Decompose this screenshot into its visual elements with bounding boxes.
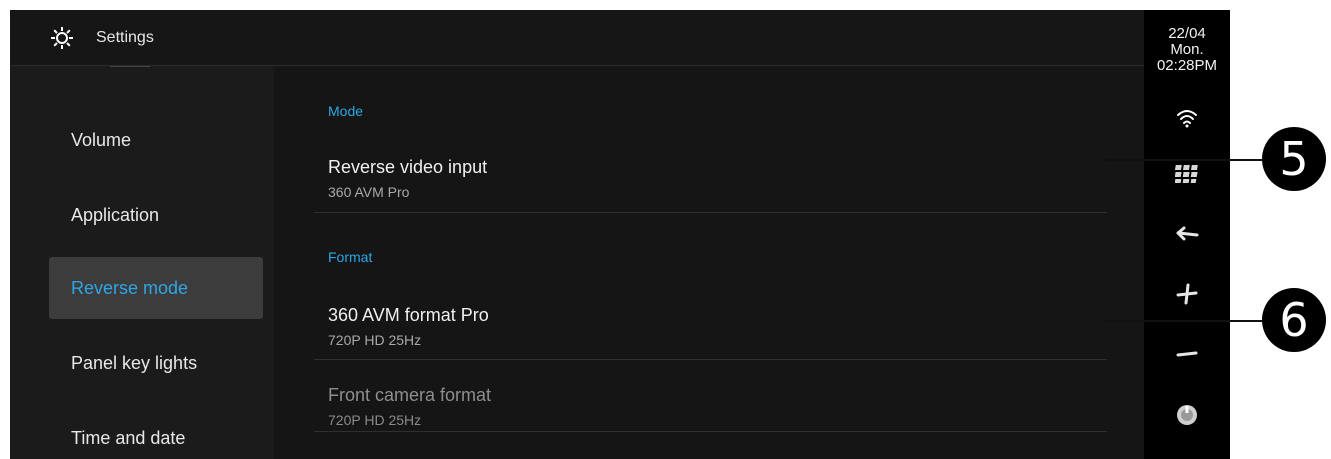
nav-item-reverse-mode[interactable]: Reverse mode [49,257,263,319]
nav-item-application[interactable]: Application [49,184,263,246]
callout-line-5 [1105,159,1265,161]
setting-value: 720P HD 25Hz [328,412,422,428]
callout-marker-5: 5 [1262,127,1326,191]
page-title: Settings [96,28,154,46]
nav-item-label: Reverse mode [71,277,189,298]
back-arrow-icon[interactable] [1173,220,1201,248]
status-sidebar: 22/04 Mon. 02:28PM [1144,10,1230,459]
nav-item-time-and-date[interactable]: Time and date [49,407,263,459]
nav-item-label: Time and date [71,427,186,448]
gear-icon [51,26,73,49]
setting-value: 360 AVM Pro [328,184,410,200]
setting-row-front-camera-format[interactable]: Front camera format 720P HD 25Hz [314,360,1107,432]
setting-title: 360 AVM format Pro [328,305,489,325]
date-text: 22/04 [1168,25,1206,42]
scroll-hint [110,66,150,72]
callout-marker-6: 6 [1262,288,1326,352]
wifi-icon[interactable] [1173,104,1201,132]
section-header-format: Format [328,249,373,265]
clock: 22/04 Mon. 02:28PM [1157,26,1217,74]
day-text: Mon. [1170,41,1204,58]
head-unit-screen: Settings Volume Application Reverse mode… [10,10,1230,459]
section-header-mode: Mode [328,103,364,119]
setting-row-360-avm-format[interactable]: 360 AVM format Pro 720P HD 25Hz [314,288,1107,360]
nav-item-label: Panel key lights [71,352,198,373]
nav-item-label: Application [71,204,160,225]
apps-grid-icon[interactable] [1173,160,1201,188]
volume-up-icon[interactable] [1173,280,1201,308]
time-text: 02:28PM [1156,57,1218,74]
title-bar: Settings [10,10,1144,66]
volume-down-icon[interactable] [1173,340,1201,368]
nav-item-panel-key-lights[interactable]: Panel key lights [49,332,263,394]
settings-nav: Volume Application Reverse mode Panel ke… [10,66,274,459]
setting-row-reverse-video-input[interactable]: Reverse video input 360 AVM Pro [314,142,1107,213]
nav-item-volume[interactable]: Volume [49,109,263,171]
setting-value: 720P HD 25Hz [328,332,422,348]
callout-line-6 [1105,320,1265,322]
settings-content: Mode Reverse video input 360 AVM Pro For… [274,66,1144,459]
setting-title: Reverse video input [328,157,488,177]
nav-item-label: Volume [71,129,132,150]
power-knob-icon[interactable] [1173,401,1201,429]
setting-title: Front camera format [328,385,492,405]
